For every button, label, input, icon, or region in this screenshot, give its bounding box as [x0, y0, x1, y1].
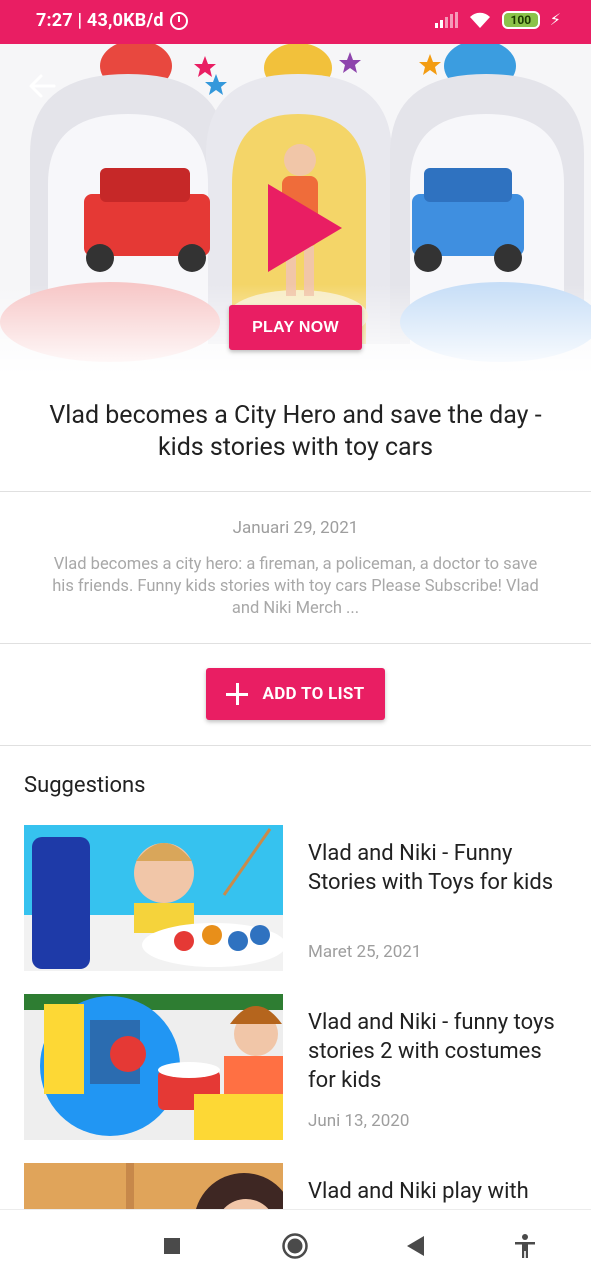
suggestion-item[interactable]: Vlad and Niki - funny toys stories 2 wit…	[24, 994, 567, 1140]
play-triangle-icon[interactable]	[268, 184, 342, 272]
suggestions-heading: Suggestions	[24, 773, 146, 798]
accessibility-icon[interactable]	[511, 1232, 539, 1260]
divider	[0, 491, 591, 492]
arrow-left-icon[interactable]	[28, 72, 56, 100]
status-right: 100 ⚡	[434, 10, 561, 29]
add-to-list-button[interactable]: ADD TO LIST	[206, 668, 385, 720]
status-time-speed: 7:27 | 43,0KB/d	[36, 10, 164, 31]
suggestion-item[interactable]: Vlad and Niki - Funny Stories with Toys …	[24, 825, 567, 971]
suggestion-title: Vlad and Niki - funny toys stories 2 wit…	[308, 1010, 555, 1093]
alarm-icon	[169, 11, 188, 30]
system-nav-bar	[0, 1209, 591, 1280]
video-date: Januari 29, 2021	[232, 518, 359, 538]
play-now-button[interactable]: PLAY NOW	[229, 305, 362, 350]
suggestion-title: Vlad and Niki - Funny Stories with Toys …	[308, 841, 554, 895]
suggestion-date: Maret 25, 2021	[308, 942, 422, 962]
battery-icon: 100	[501, 10, 540, 29]
status-bar: 7:27 | 43,0KB/d 100 ⚡	[0, 0, 591, 44]
video-hero[interactable]: PLAY NOW	[0, 44, 591, 374]
divider	[0, 643, 591, 644]
home-circle-icon[interactable]	[281, 1232, 309, 1260]
signal-icon	[434, 11, 458, 28]
plus-icon	[226, 683, 249, 705]
video-title: Vlad becomes a City Hero and save the da…	[49, 401, 542, 462]
status-left: 7:27 | 43,0KB/d	[36, 10, 188, 31]
add-to-list-label: ADD TO LIST	[262, 684, 365, 704]
suggestion-thumbnail	[24, 825, 283, 971]
suggestion-thumbnail	[24, 994, 283, 1140]
video-description: Vlad becomes a city hero: a fireman, a p…	[52, 555, 539, 618]
suggestion-date: Juni 13, 2020	[308, 1111, 410, 1131]
screen: 7:27 | 43,0KB/d 100 ⚡ PLAY NOW Vlad beco…	[0, 0, 591, 1280]
divider	[0, 745, 591, 746]
back-triangle-icon[interactable]	[402, 1232, 430, 1260]
wifi-icon	[469, 12, 490, 28]
recents-square-icon[interactable]	[158, 1232, 186, 1260]
charging-icon: ⚡	[549, 10, 561, 29]
suggestion-title: Vlad and Niki play with	[308, 1179, 529, 1204]
